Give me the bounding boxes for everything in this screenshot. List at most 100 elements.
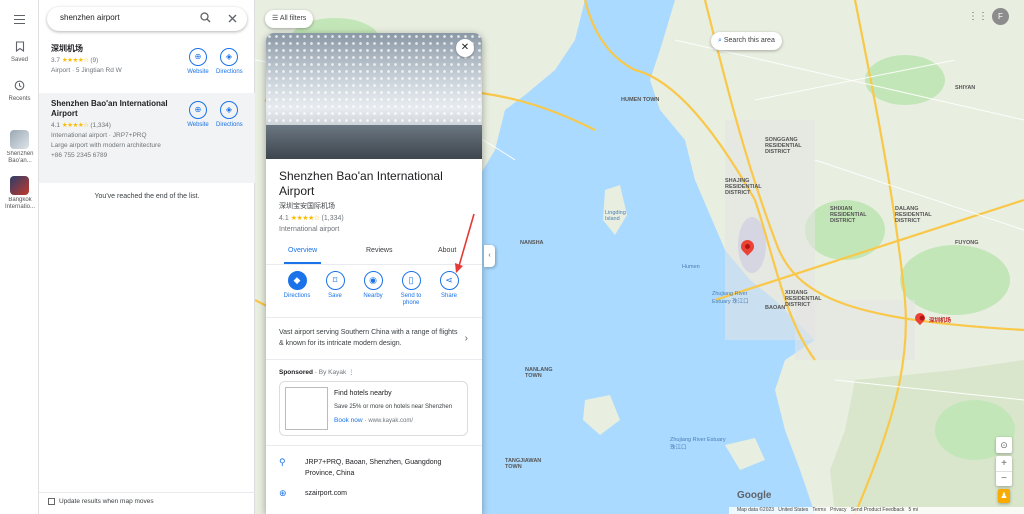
privacy-link[interactable]: Privacy — [830, 507, 846, 513]
zoom-in-button[interactable]: + — [996, 456, 1012, 471]
recents-label: Recents — [8, 96, 31, 102]
history-icon — [14, 80, 25, 91]
website-text: szairport.com — [305, 490, 348, 497]
place-photo[interactable]: ✕ — [266, 33, 482, 159]
send-to-phone-label: Send to phone — [400, 293, 422, 306]
directions-label: Directions — [216, 69, 243, 75]
tab-reviews[interactable]: Reviews — [366, 247, 392, 254]
place-category[interactable]: International airport — [279, 226, 339, 233]
place-rating: 4.1 ★★★★☆ (1,334) — [279, 214, 344, 222]
send-to-phone-button[interactable]: ▯ Send to phone — [393, 271, 429, 307]
directions-button[interactable]: ◈ Directions — [216, 101, 243, 128]
tab-about[interactable]: About — [438, 247, 456, 254]
result-item-selected[interactable]: Shenzhen Bao'an International Airport 4.… — [39, 93, 255, 183]
place-title: Shenzhen Bao'an International Airport — [279, 169, 443, 198]
result-detail: International airport · JRP7+PRQ — [51, 132, 147, 139]
map-label-dalang: DALANG RESIDENTIAL DISTRICT — [895, 206, 932, 224]
feedback-link[interactable]: Send Product Feedback — [851, 507, 905, 513]
place-tabs: Overview Reviews About — [266, 243, 482, 265]
update-label: Update results when map moves — [59, 498, 154, 506]
pegman-icon[interactable]: ♟ — [998, 489, 1010, 503]
ad-text: Save 25% or more on hotels near Shenzhen — [334, 404, 453, 410]
nearby-button[interactable]: ◉ Nearby — [355, 271, 391, 300]
apps-grid-icon[interactable]: ⋮⋮ — [968, 11, 988, 25]
close-icon[interactable] — [225, 12, 239, 26]
ad-card[interactable]: Find hotels nearby Save 25% or more on h… — [279, 381, 468, 436]
result-detail: Large airport with modern architecture — [51, 142, 161, 149]
rating-value: 4.1 — [51, 122, 61, 129]
update-results-checkbox[interactable]: Update results when map moves — [48, 498, 154, 505]
website-row[interactable]: ⊕ szairport.com — [279, 488, 479, 502]
save-label: Save — [328, 293, 342, 299]
nearby-icon: ◉ — [363, 271, 383, 290]
checkbox[interactable] — [48, 498, 55, 505]
rating-value: 3.7 — [51, 57, 61, 64]
website-label: Website — [187, 69, 209, 75]
account-avatar[interactable]: F — [992, 8, 1009, 25]
map-label-zhujiang-estuary-south: Zhujiang River Estuary 珠江口 — [670, 437, 726, 451]
rating-count: (9) — [90, 57, 99, 64]
website-button[interactable]: ⊕ Website — [185, 48, 211, 75]
zoom-controls: + − — [996, 456, 1012, 486]
all-filters-label: All filters — [279, 15, 307, 22]
directions-button[interactable]: ◆ Directions — [279, 271, 315, 300]
chevron-right-icon[interactable]: › — [465, 333, 468, 344]
search-icon: ⌕ — [718, 37, 722, 44]
place-description[interactable]: Vast airport serving Southern China with… — [279, 327, 459, 349]
map-label-fuyong: FUYONG — [955, 240, 979, 246]
map-label-shixian: SHIXIAN RESIDENTIAL DISTRICT — [830, 206, 867, 224]
result-title[interactable]: 深圳机场 — [51, 44, 179, 54]
saved-button[interactable]: Saved — [0, 41, 39, 64]
search-input[interactable] — [60, 13, 190, 22]
globe-icon: ⊕ — [189, 101, 207, 119]
zoom-out-button[interactable]: − — [996, 471, 1012, 486]
directions-button[interactable]: ◈ Directions — [216, 48, 243, 75]
place-card: ✕ Shenzhen Bao'an International Airport … — [266, 33, 482, 514]
my-location-icon[interactable]: ⊙ — [996, 437, 1012, 453]
address-row[interactable]: ⚲ JRP7+PRQ, Baoan, Shenzhen, Guangdong P… — [279, 457, 479, 481]
search-box — [47, 7, 247, 31]
ad-title: Find hotels nearby — [334, 390, 392, 397]
bookmark-icon: ⌑ — [325, 271, 345, 290]
terms-link[interactable]: Terms — [812, 507, 826, 513]
search-icon[interactable] — [198, 12, 212, 26]
menu-icon[interactable] — [0, 12, 39, 27]
left-rail: Saved Recents Shenzhen Bao'an... Bangkok… — [0, 0, 39, 514]
divider — [266, 445, 482, 446]
collapse-panel-button[interactable]: ‹ — [484, 245, 495, 267]
map-label-shenzhen-airport[interactable]: 深圳机场 — [929, 318, 951, 324]
all-filters-button[interactable]: ☰ All filters — [265, 10, 314, 28]
recent-item-shenzhen[interactable]: Shenzhen Bao'an... — [0, 130, 39, 165]
ad-image — [285, 387, 328, 430]
result-item[interactable]: 深圳机场 3.7 ★★★★☆ (9) Airport · 5 Jingtian … — [39, 44, 255, 91]
map-label-nanlang: NANLANG TOWN — [525, 367, 553, 379]
rating-count[interactable]: (1,334) — [322, 215, 344, 222]
book-now-link[interactable]: Book now — [334, 417, 363, 424]
google-logo: Google — [737, 490, 772, 501]
map-label-zhujiang-estuary: Zhujiang River Estuary 珠江口 — [712, 291, 749, 305]
result-title[interactable]: Shenzhen Bao'an International Airport — [51, 99, 179, 119]
recent-item-bangkok[interactable]: Bangkok Internatio... — [0, 176, 39, 211]
result-phone: +86 755 2345 6789 — [51, 152, 108, 159]
recent-item-label: Shenzhen Bao'an... — [6, 151, 34, 164]
tab-overview[interactable]: Overview — [283, 247, 322, 264]
search-this-area-button[interactable]: ⌕ Search this area — [711, 32, 782, 50]
divider — [266, 359, 482, 360]
country-link[interactable]: United States — [778, 507, 808, 513]
rating-count: (1,334) — [90, 122, 111, 129]
recents-button[interactable]: Recents — [0, 80, 39, 103]
share-icon: ⋖ — [439, 271, 459, 290]
save-button[interactable]: ⌑ Save — [317, 271, 353, 300]
website-button[interactable]: ⊕ Website — [185, 101, 211, 128]
place-name-chinese: 深圳宝安国际机场 — [279, 203, 335, 210]
results-panel: 深圳机场 3.7 ★★★★☆ (9) Airport · 5 Jingtian … — [39, 0, 255, 514]
close-icon[interactable]: ✕ — [456, 39, 474, 57]
ad-link[interactable]: Book now · www.kayak.com/ — [334, 417, 413, 424]
star-icons: ★★★★☆ — [290, 215, 320, 222]
share-button[interactable]: ⋖ Share — [431, 271, 467, 300]
globe-icon: ⊕ — [189, 48, 207, 66]
more-vert-icon[interactable]: ⋮ — [348, 369, 355, 376]
rating-value: 4.1 — [279, 215, 289, 222]
map-label-nansha: NANSHA — [520, 240, 544, 246]
phone-icon: ▯ — [401, 271, 421, 290]
